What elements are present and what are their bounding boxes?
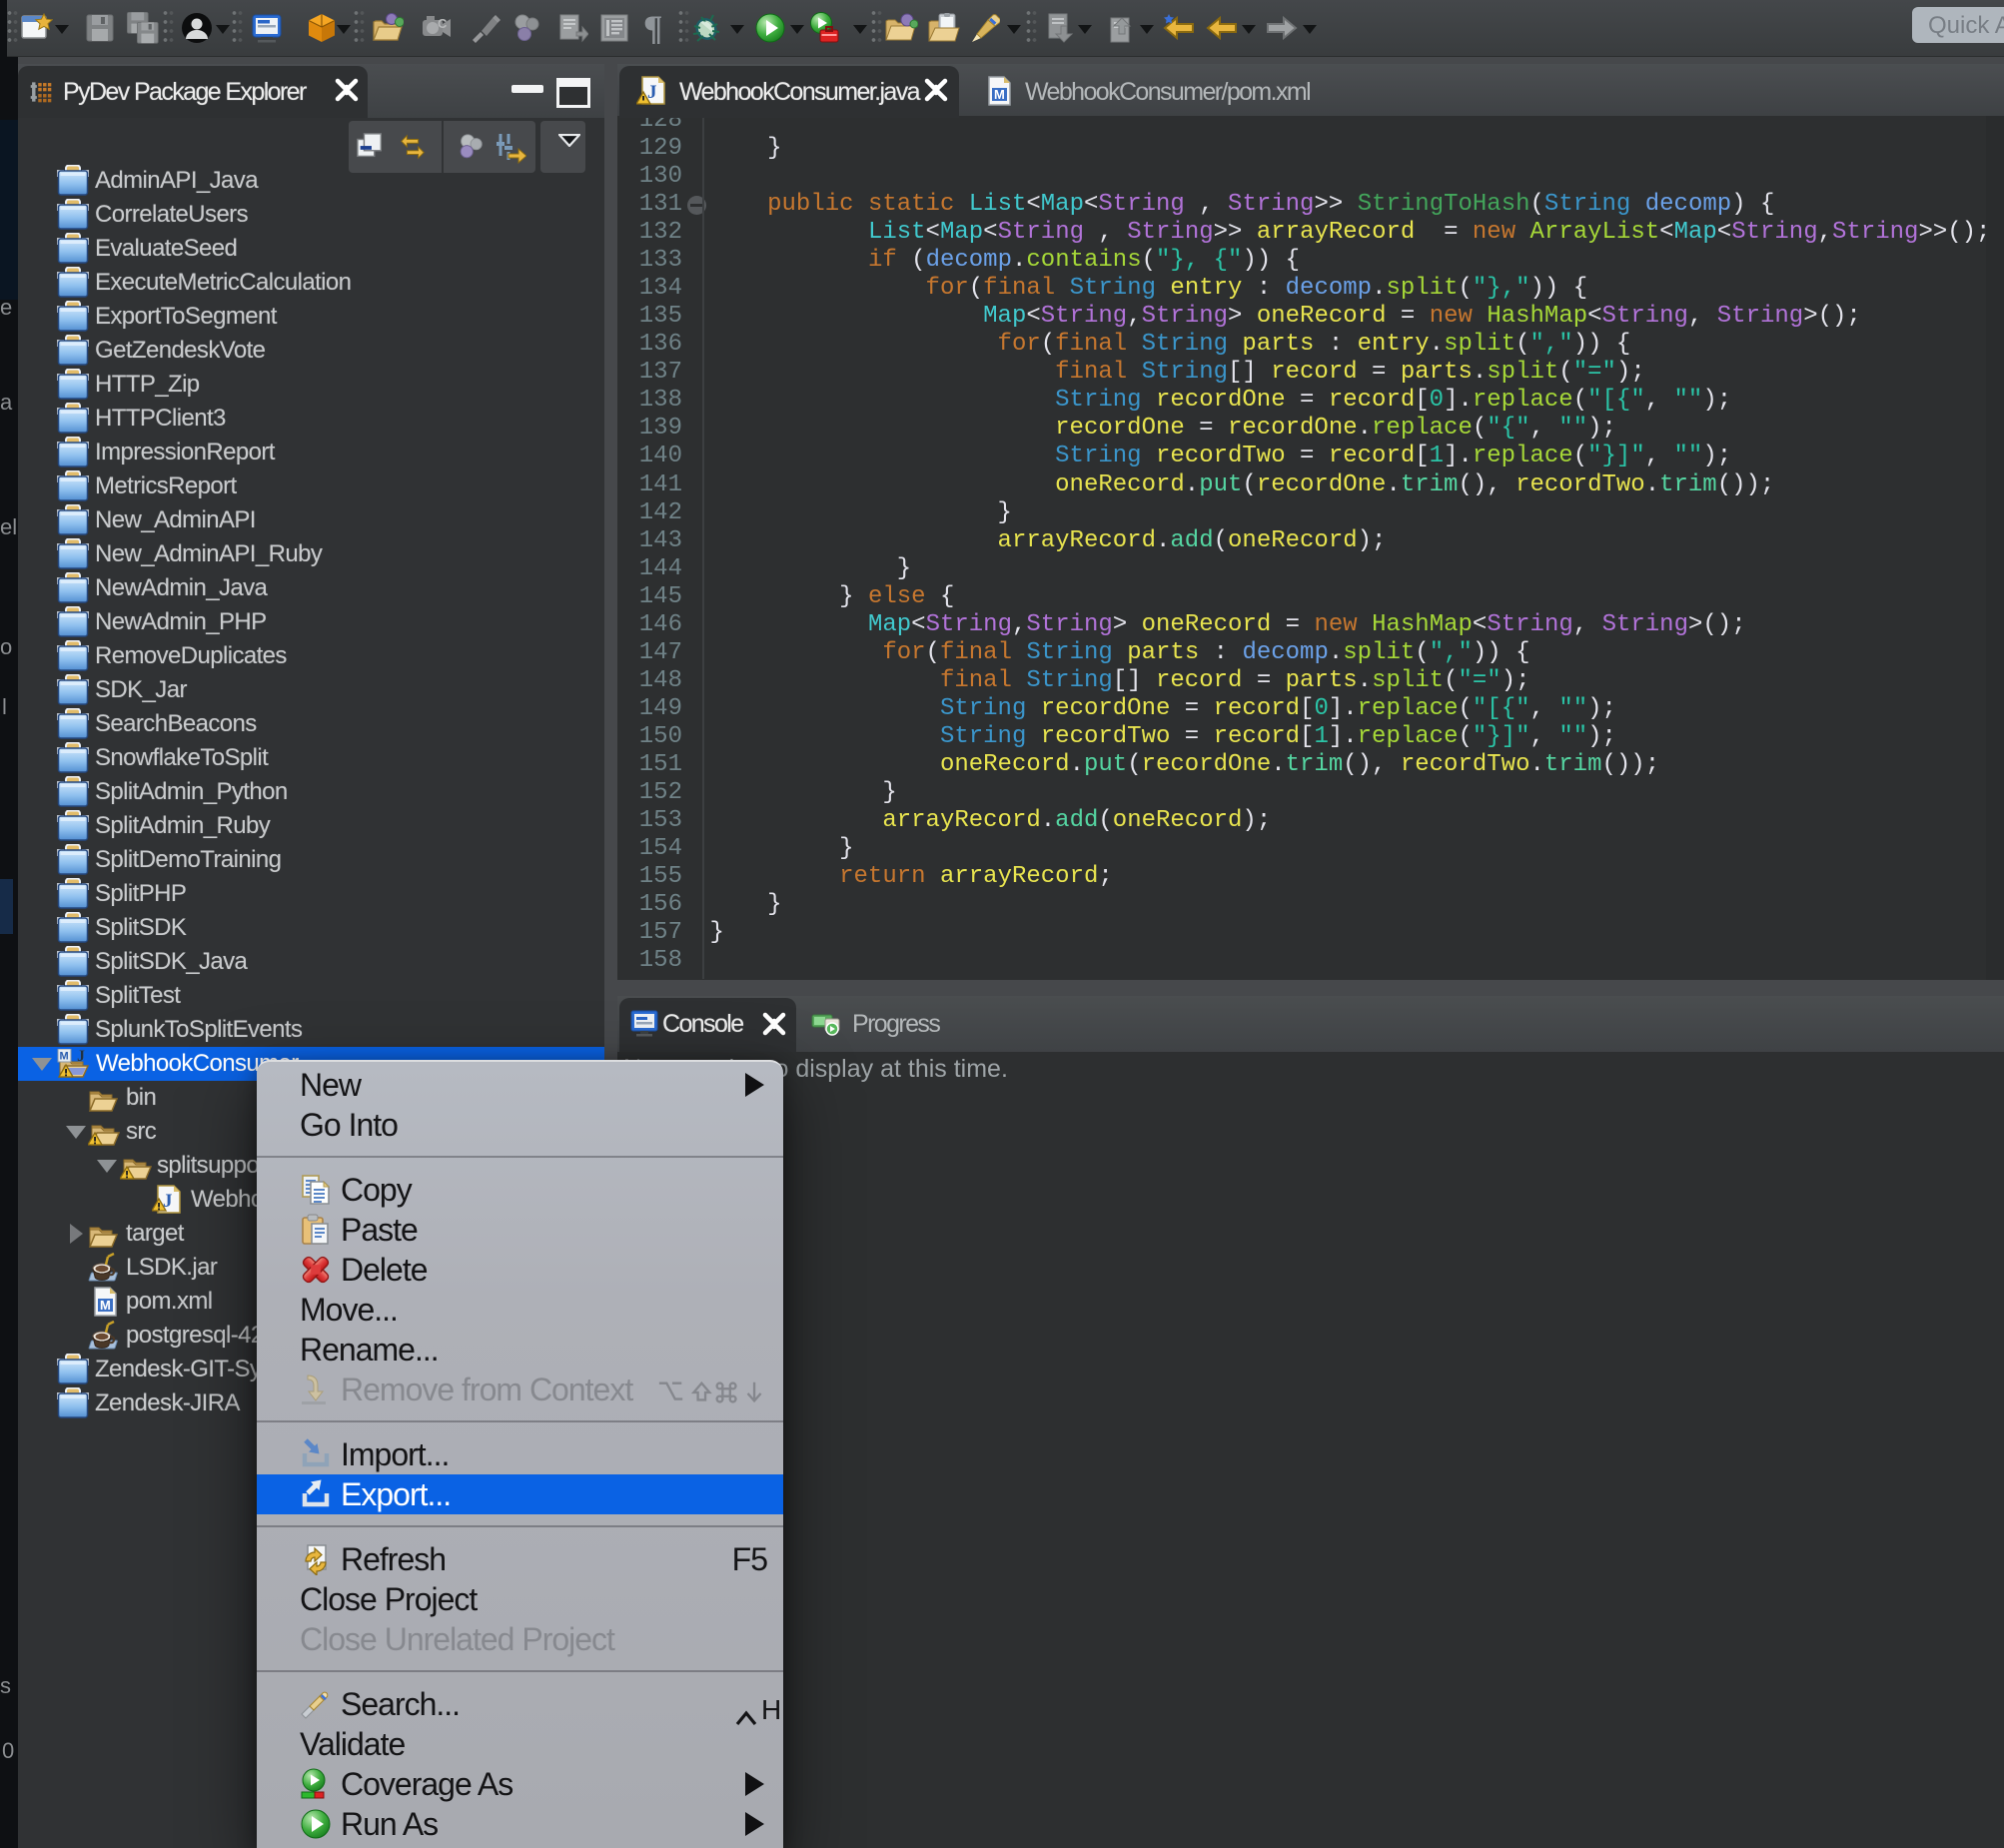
svg-text:M: M [100, 1298, 110, 1313]
svg-text:M: M [60, 1051, 69, 1063]
svg-text:J: J [77, 1049, 85, 1065]
svg-text:¶: ¶ [643, 12, 662, 44]
svg-text:C: C [438, 16, 448, 31]
svg-text:M: M [994, 87, 1005, 102]
svg-text:J: J [647, 82, 657, 103]
